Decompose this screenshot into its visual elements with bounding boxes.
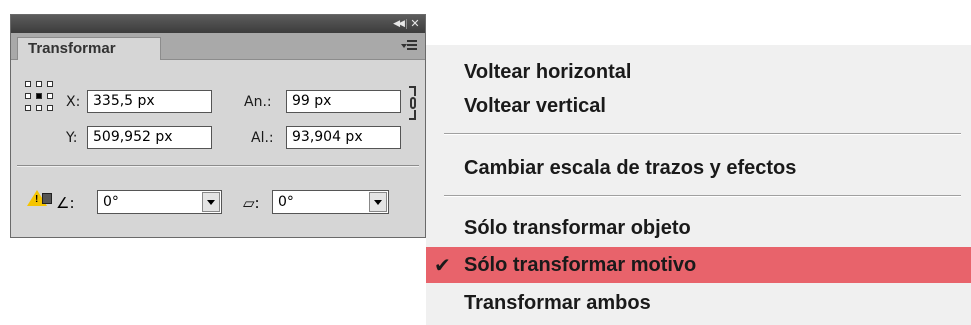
menu-item-flip-vertical[interactable]: Voltear vertical: [426, 88, 971, 124]
checkmark-icon: ✔: [434, 253, 451, 277]
menu-icon: [407, 40, 417, 51]
x-field[interactable]: 335,5 px: [87, 90, 212, 113]
pattern-swatch-icon: [42, 193, 52, 204]
y-label: Y:: [66, 130, 78, 146]
titlebar-divider: [406, 19, 407, 29]
height-field[interactable]: 93,904 px: [286, 126, 401, 149]
menu-item-transform-object[interactable]: Sólo transformar objeto: [426, 210, 971, 246]
menu-item-transform-both[interactable]: Transformar ambos: [426, 285, 971, 321]
panel-divider: [17, 165, 419, 167]
reference-point-locator[interactable]: [25, 81, 55, 113]
refpoint-top-right[interactable]: [47, 81, 53, 87]
shear-angle-value[interactable]: 0°: [278, 194, 294, 210]
menu-item-scale-strokes[interactable]: Cambiar escala de trazos y efectos: [426, 150, 971, 186]
shear-angle-icon: ▱:: [243, 194, 260, 212]
rotate-angle-value[interactable]: 0°: [103, 194, 119, 210]
menu-item-label: Sólo transformar motivo: [464, 254, 697, 276]
menu-item-flip-horizontal[interactable]: Voltear horizontal: [426, 54, 971, 90]
shear-dropdown-button[interactable]: [369, 192, 387, 212]
panel-tabstrip: Transformar: [11, 33, 425, 60]
rotate-dropdown-button[interactable]: [202, 192, 220, 212]
y-field[interactable]: 509,952 px: [87, 126, 212, 149]
refpoint-top-center[interactable]: [36, 81, 42, 87]
link-bracket-top: [409, 86, 416, 96]
menu-separator: [444, 195, 961, 197]
constrain-proportions-link[interactable]: [409, 86, 419, 120]
refpoint-bottom-right[interactable]: [47, 105, 53, 111]
x-label: X:: [66, 94, 81, 110]
shear-angle-field[interactable]: 0°: [272, 190, 389, 214]
panel-flyout-menu: Voltear horizontal Voltear vertical Camb…: [426, 45, 971, 325]
link-bracket-bottom: [409, 110, 416, 120]
width-field[interactable]: 99 px: [286, 90, 401, 113]
warning-exclamation: !: [35, 194, 39, 205]
refpoint-top-left[interactable]: [25, 81, 31, 87]
height-label: Al.:: [251, 130, 274, 146]
refpoint-bottom-center[interactable]: [36, 105, 42, 111]
refpoint-middle-right[interactable]: [47, 93, 53, 99]
tab-transform[interactable]: Transformar: [17, 37, 161, 60]
collapse-icon[interactable]: ◀◀: [391, 17, 405, 31]
panel-titlebar[interactable]: ◀◀ ✕: [11, 15, 425, 33]
rotate-angle-field[interactable]: 0°: [97, 190, 222, 214]
transform-panel: ◀◀ ✕ Transformar X: 335,5 px Y: 509,952 …: [10, 14, 426, 238]
width-label: An.:: [244, 94, 272, 110]
menu-separator: [444, 133, 961, 135]
chain-link-icon: [410, 97, 416, 109]
refpoint-center[interactable]: [36, 93, 42, 99]
close-icon[interactable]: ✕: [408, 17, 422, 31]
rotate-angle-icon: ∠:: [56, 194, 75, 212]
panel-menu-button[interactable]: [401, 38, 419, 54]
refpoint-bottom-left[interactable]: [25, 105, 31, 111]
refpoint-middle-left[interactable]: [25, 93, 31, 99]
menu-item-transform-pattern[interactable]: ✔ Sólo transformar motivo: [426, 247, 971, 283]
